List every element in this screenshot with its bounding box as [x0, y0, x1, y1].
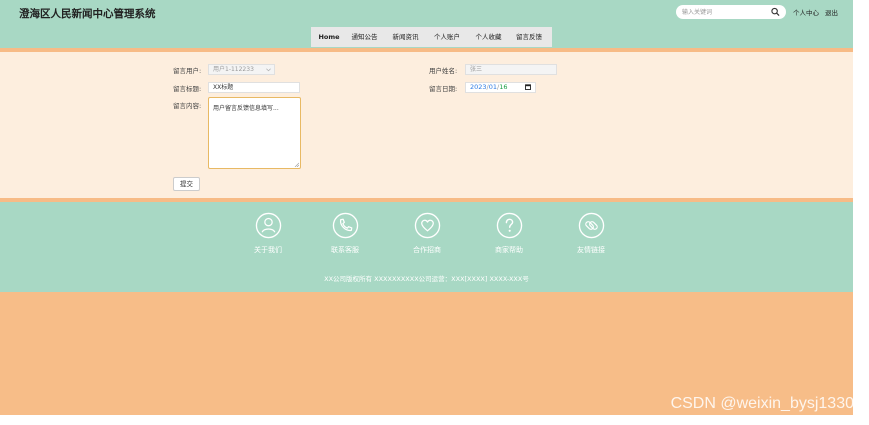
watermark: CSDN @weixin_bysj1330 — [670, 395, 854, 412]
footer-item-contact[interactable]: 联系客服 — [310, 212, 380, 255]
footer-item-partner[interactable]: 合作招商 — [392, 212, 462, 255]
search-box — [676, 5, 786, 19]
user-center-link[interactable]: 个人中心 — [793, 7, 819, 17]
content-text: 用户留言反馈信息填写... — [213, 105, 279, 112]
resize-handle-icon[interactable] — [294, 162, 299, 167]
footer-label: 联系客服 — [331, 246, 359, 254]
nav-feedback[interactable]: 留言反馈 — [509, 27, 549, 47]
footer-item-links[interactable]: 友情链接 — [556, 212, 626, 255]
header: 澄海区人民新闻中心管理系统 个人中心 退出 Home 通知公告 新闻资讯 个人账… — [0, 0, 853, 48]
date-month: 01 — [488, 83, 498, 91]
search-icon[interactable] — [771, 7, 780, 17]
footer-item-about[interactable]: 关于我们 — [233, 212, 303, 255]
search-input[interactable] — [682, 7, 762, 17]
person-icon — [255, 212, 281, 239]
username-field[interactable]: 张三 — [465, 64, 557, 75]
footer-label: 商家帮助 — [495, 246, 523, 254]
title-label: 留言标题: — [173, 85, 202, 93]
feedback-form — [0, 52, 853, 198]
user-select[interactable]: 用户1-112233 — [208, 64, 275, 75]
logout-link[interactable]: 退出 — [825, 7, 838, 17]
content-label: 留言内容: — [173, 102, 202, 110]
title-field[interactable]: XX标题 — [208, 82, 300, 93]
user-label: 留言用户: — [173, 67, 202, 75]
phone-icon — [332, 212, 358, 239]
heart-icon — [414, 212, 440, 239]
question-icon — [496, 212, 522, 239]
content-textarea[interactable]: 用户留言反馈信息填写... — [208, 97, 301, 169]
date-day: 16 — [499, 83, 508, 91]
footer-label: 友情链接 — [577, 246, 605, 254]
footer-label: 关于我们 — [254, 246, 282, 254]
chevron-down-icon — [266, 68, 271, 72]
submit-button[interactable]: 提交 — [173, 177, 200, 191]
nav-news[interactable]: 新闻资讯 — [385, 27, 426, 47]
calendar-icon[interactable] — [525, 84, 531, 90]
footer: 关于我们 联系客服 合作招商 商家帮助 友情链接 XX公司版权所有 XXXXXX… — [0, 202, 853, 292]
site-title: 澄海区人民新闻中心管理系统 — [19, 8, 156, 20]
footer-item-help[interactable]: 商家帮助 — [474, 212, 544, 255]
username-label: 用户姓名: — [429, 67, 458, 75]
date-label: 留言日期: — [429, 85, 458, 93]
date-field[interactable]: 2023/01/16 — [465, 82, 536, 93]
nav-favorites[interactable]: 个人收藏 — [468, 27, 509, 47]
footer-label: 合作招商 — [413, 246, 441, 254]
user-select-value: 用户1-112233 — [213, 66, 254, 73]
nav-notices[interactable]: 通知公告 — [344, 27, 385, 47]
nav-home[interactable]: Home — [314, 27, 344, 47]
right-margin — [853, 0, 869, 425]
copyright-text: XX公司版权所有 XXXXXXXXXX公司运营：XXX[XXXX] XXXX-X… — [324, 275, 529, 283]
main-nav: Home 通知公告 新闻资讯 个人账户 个人收藏 留言反馈 — [311, 27, 552, 47]
link-icon — [578, 212, 604, 239]
nav-account[interactable]: 个人账户 — [426, 27, 468, 47]
date-year: 2023 — [470, 83, 487, 91]
